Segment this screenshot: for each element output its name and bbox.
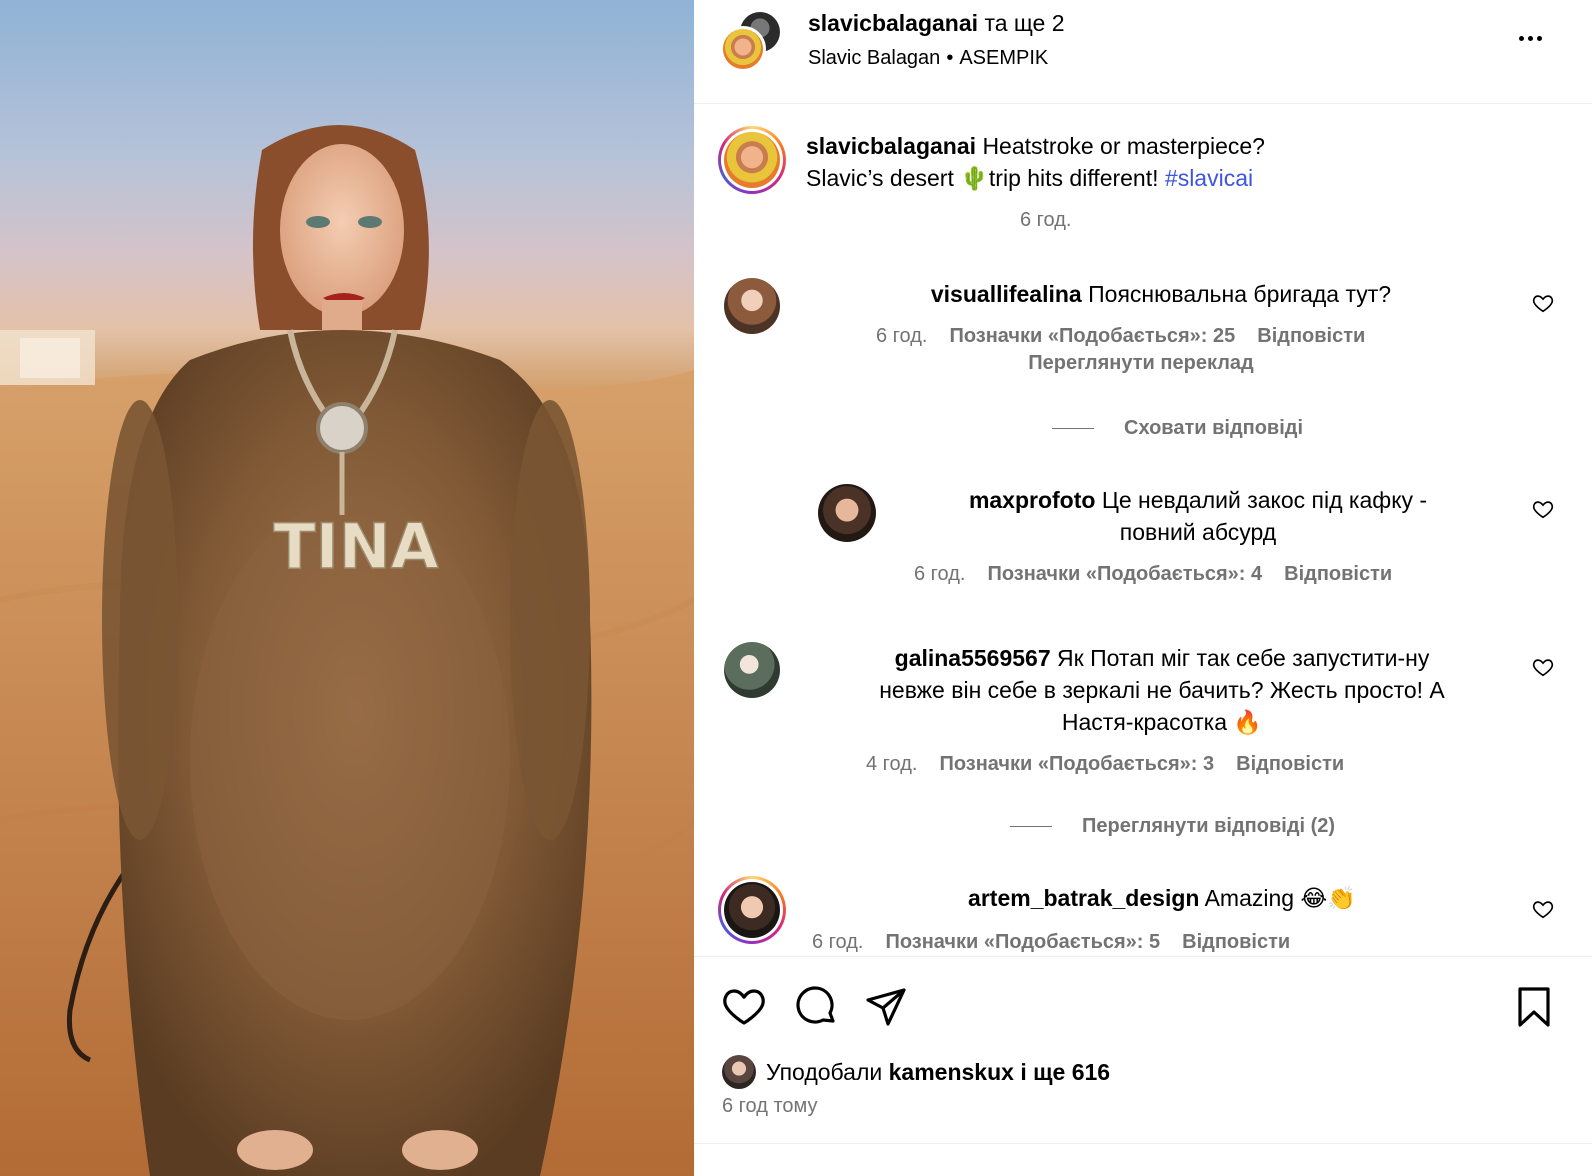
comment-likes[interactable]: Позначки «Подобається»: 5 (885, 931, 1160, 953)
comment-username[interactable]: artem_batrak_design (968, 885, 1199, 911)
reply-likes[interactable]: Позначки «Подобається»: 4 (987, 563, 1262, 585)
liked-by-prefix: Уподобали (766, 1058, 883, 1085)
toggle-label: Переглянути відповіді (2) (1082, 815, 1336, 837)
coat-lettering: TINA (273, 510, 438, 583)
avatar-image (724, 882, 780, 938)
view-replies-toggle[interactable]: Переглянути відповіді (2) (1010, 812, 1335, 840)
more-icon (1518, 35, 1524, 41)
liker-avatar[interactable] (722, 1055, 756, 1089)
liker-username[interactable]: kamenskux (889, 1059, 1014, 1086)
separator-dot: • (946, 47, 954, 69)
bookmark-icon[interactable] (1510, 983, 1558, 1031)
collaborator-name[interactable]: Slavic Balagan (808, 47, 940, 69)
reply-meta: 6 год. Позначки «Подобається»: 4 Відповіст… (914, 560, 1392, 588)
reply-body-line-2: повний абсурд (1119, 519, 1277, 545)
comment-likes[interactable]: Позначки «Подобається»: 25 (949, 325, 1235, 347)
hashtag-link[interactable]: #slavicai (1165, 165, 1253, 191)
liked-by-row: Уподобали kamenskux і ще 616 (722, 1055, 1110, 1089)
comment-body: Пояснювальна бригада тут? (1088, 281, 1392, 307)
comment-username[interactable]: galina5569567 (895, 645, 1051, 671)
post-timestamp: 6 год тому (722, 1095, 818, 1117)
caption-line-2-start: Slavic’s desert (806, 165, 954, 191)
comment-meta: 4 год. Позначки «Подобається»: 3 Відповіст… (866, 750, 1344, 778)
comment-avatar[interactable] (718, 876, 786, 944)
reply-button[interactable]: Відповісти (1236, 753, 1344, 775)
collaborator-name[interactable]: ASEMPIK (959, 47, 1048, 69)
comment-body-line-1: Як Потап міг так себе запустити-ну (1057, 645, 1430, 671)
more-options-button[interactable] (1512, 28, 1548, 48)
comment-icon[interactable] (792, 983, 840, 1031)
hide-replies-toggle[interactable]: Сховати відповіді (1052, 414, 1303, 442)
reply-username[interactable]: maxprofoto (969, 487, 1096, 513)
comment-body-line-3: Настя-красотка 🔥 (1061, 709, 1263, 735)
toggle-label: Сховати відповіді (1124, 417, 1304, 439)
caption-line-1: Heatstroke or masterpiece? (982, 133, 1265, 159)
post-author-line: slavicbalaganai та ще 2 (808, 10, 1065, 36)
caption-time: 6 год. (1020, 209, 1072, 231)
post-image[interactable]: TINA (0, 0, 694, 1176)
caption-username[interactable]: slavicbalaganai (806, 133, 976, 159)
more-icon-dot (1536, 35, 1542, 41)
comment-like-heart-icon[interactable] (1532, 292, 1554, 314)
post-actions: Уподобали kamenskux і ще 616 6 год тому (694, 956, 1592, 1176)
reply-time: 6 год. (914, 563, 966, 585)
toggle-line (1052, 428, 1094, 430)
comment-body-line-2: невже він себе в зеркалі не бачить? Жест… (879, 677, 1445, 703)
comment-time: 4 год. (866, 753, 918, 775)
post-header: slavicbalaganai та ще 2 Slavic Balagan • A… (694, 0, 1592, 104)
reply-avatar[interactable] (818, 484, 876, 542)
comment-likes[interactable]: Позначки «Подобається»: 3 (939, 753, 1214, 775)
reply-button[interactable]: Відповісти (1257, 325, 1365, 347)
reply-button[interactable]: Відповісти (1182, 931, 1290, 953)
more-icon-dot (1527, 35, 1533, 41)
share-icon[interactable] (862, 983, 910, 1031)
comment-like-heart-icon[interactable] (1532, 898, 1554, 920)
reply-like-heart-icon[interactable] (1532, 498, 1554, 520)
caption-text: slavicbalaganai Heatstroke or masterpiec… (806, 130, 1265, 194)
comment-text: galina5569567 Як Потап міг так себе запу… (822, 642, 1502, 738)
comment-time: 6 год. (876, 325, 928, 347)
comment-meta: 6 год. Позначки «Подобається»: 5 Відповіст… (812, 928, 1290, 956)
reply-button[interactable]: Відповісти (1284, 563, 1392, 585)
comment-meta: 6 год. Позначки «Подобається»: 25 Відповіс… (876, 322, 1365, 350)
comment-time: 6 год. (812, 931, 864, 953)
collaborators-line: Slavic Balagan • ASEMPIK (808, 46, 1048, 70)
avatar-image (724, 132, 780, 188)
author-avatar[interactable] (720, 26, 766, 72)
reply-body-line-1: Це невдалий закос під кафку - (1101, 487, 1428, 513)
post-details-panel: slavicbalaganai та ще 2 Slavic Balagan • A… (694, 0, 1592, 1176)
caption-line-2-end: trip hits different! (988, 165, 1159, 191)
comments-list[interactable]: slavicbalaganai Heatstroke or masterpiec… (694, 104, 1592, 956)
post-image-illustration: TINA (0, 125, 694, 1176)
toggle-line (1010, 826, 1052, 828)
divider (694, 1143, 1592, 1144)
comment-avatar[interactable] (724, 642, 780, 698)
comment-text: artem_batrak_design Amazing 😂👏 (822, 882, 1502, 914)
comment-avatar[interactable] (724, 278, 780, 334)
comment-like-heart-icon[interactable] (1532, 656, 1554, 678)
see-translation-link[interactable]: Переглянути переклад (1016, 352, 1266, 375)
heart-icon[interactable] (720, 983, 768, 1031)
cactus-emoji: 🌵 (960, 165, 989, 191)
comment-username[interactable]: visuallifealina (931, 281, 1082, 307)
caption-avatar[interactable] (718, 126, 786, 194)
reply-text: maxprofoto Це невдалий закос під кафку -… (928, 484, 1468, 548)
liked-by-count[interactable]: і ще 616 (1020, 1059, 1110, 1086)
author-username[interactable]: slavicbalaganai (808, 10, 978, 36)
comment-body: Amazing 😂👏 (1204, 885, 1356, 911)
more-collaborators[interactable]: та ще 2 (984, 10, 1064, 36)
comment-text: visuallifealina Пояснювальна бригада тут… (840, 278, 1482, 310)
